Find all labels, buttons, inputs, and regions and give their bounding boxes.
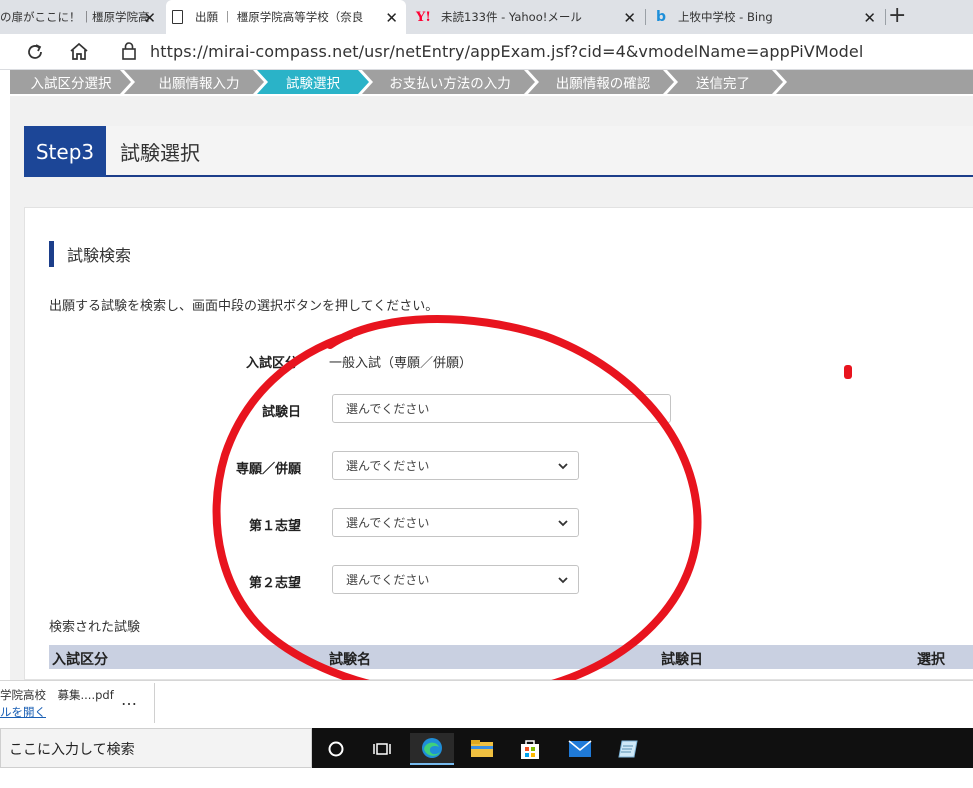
cortana-icon[interactable] <box>314 733 358 765</box>
document-icon <box>172 10 183 24</box>
step-confirm: 出願情報の確認 <box>555 76 651 92</box>
home-icon[interactable] <box>67 40 91 64</box>
apply-type-value: 選んでください <box>346 459 430 473</box>
section-accent <box>49 241 54 267</box>
more-options-icon[interactable]: … <box>121 690 138 709</box>
step-exam-select-active: 試験選択 <box>286 76 340 92</box>
download-open-link[interactable]: ルを開く <box>0 704 46 720</box>
second-choice-value: 選んでください <box>346 573 430 587</box>
close-icon[interactable]: ✕ <box>623 9 636 27</box>
column-select: 選択 <box>917 652 945 668</box>
results-table-header <box>49 645 973 669</box>
first-choice-select[interactable]: 選んでください <box>332 508 579 537</box>
search-panel <box>24 207 973 680</box>
step-payment: お支払い方法の入力 <box>389 76 511 92</box>
chevron-down-icon <box>558 577 568 584</box>
taskbar-search-input[interactable]: ここに入力して検索 <box>0 728 312 768</box>
mail-icon[interactable] <box>558 733 602 765</box>
file-explorer-icon[interactable] <box>460 733 504 765</box>
chevron-down-icon <box>558 463 568 470</box>
browser-tab-strip: の扉がここに！｜橿原学院高 ✕ 出願 ｜ 橿原学院高等学校（奈良 ✕ Y! 未読… <box>0 0 973 34</box>
chevron-down-icon <box>558 520 568 527</box>
column-exam-date: 試験日 <box>661 652 703 668</box>
lock-icon[interactable] <box>120 41 138 61</box>
step-application-info: 出願情報入力 <box>158 76 240 92</box>
close-icon[interactable]: ✕ <box>385 9 398 27</box>
exam-date-placeholder: 選んでください <box>346 402 430 416</box>
apply-type-select[interactable]: 選んでください <box>332 451 579 480</box>
tab-title: 上牧中学校 - Bing <box>678 10 773 24</box>
second-choice-select[interactable]: 選んでください <box>332 565 579 594</box>
refresh-icon[interactable] <box>23 40 47 64</box>
second-choice-label: 第２志望 <box>248 576 301 591</box>
step-exam-type: 入試区分選択 <box>30 76 112 92</box>
divider <box>154 683 155 723</box>
notepad-icon[interactable] <box>606 733 650 765</box>
progress-steps: 入試区分選択 出願情報入力 試験選択 お支払い方法の入力 出願情報の確認 送信完… <box>0 70 973 96</box>
step-complete: 送信完了 <box>696 76 750 92</box>
tab-title: の扉がここに！｜橿原学院高 <box>0 10 150 24</box>
results-caption: 検索された試験 <box>49 620 141 635</box>
download-filename[interactable]: 学院高校 募集....pdf <box>0 687 114 703</box>
tab-title: 未読133件 - Yahoo!メール <box>441 10 582 24</box>
section-title: 試験検索 <box>67 246 132 265</box>
browser-tab[interactable]: の扉がここに！｜橿原学院高 ✕ <box>0 0 164 34</box>
instruction-text: 出願する試験を検索し、画面中段の選択ボタンを押してください。 <box>49 299 439 314</box>
store-icon[interactable] <box>508 733 552 765</box>
first-choice-label: 第１志望 <box>248 519 301 534</box>
close-icon[interactable]: ✕ <box>863 9 876 27</box>
exam-type-value: 一般入試（専願／併願） <box>329 356 473 371</box>
download-bar <box>0 680 973 728</box>
browser-tab-active[interactable]: 出願 ｜ 橿原学院高等学校（奈良 ✕ <box>166 0 406 34</box>
browser-tab[interactable]: Y! 未読133件 - Yahoo!メール ✕ <box>406 0 644 34</box>
yahoo-icon: Y! <box>416 9 431 25</box>
first-choice-value: 選んでください <box>346 516 430 530</box>
new-tab-icon[interactable]: + <box>888 3 906 28</box>
url-field[interactable]: https://mirai-compass.net/usr/netEntry/a… <box>150 42 863 61</box>
exam-date-label: 試験日 <box>261 405 301 420</box>
address-bar: https://mirai-compass.net/usr/netEntry/a… <box>0 34 973 70</box>
screen-bottom <box>0 768 973 788</box>
edge-icon[interactable] <box>410 733 454 765</box>
bing-icon: b <box>656 9 667 25</box>
column-exam-name: 試験名 <box>329 652 371 668</box>
page-title: 試験選択 <box>120 141 200 165</box>
apply-type-label: 専願／併願 <box>235 462 301 477</box>
exam-type-label: 入試区分 <box>245 356 298 371</box>
step-badge: Step3 <box>24 126 106 177</box>
close-icon[interactable]: ✕ <box>143 9 156 27</box>
task-view-icon[interactable] <box>360 733 404 765</box>
tab-title: 出願 ｜ 橿原学院高等学校（奈良 <box>195 10 364 24</box>
exam-date-field[interactable]: 選んでください <box>332 394 671 423</box>
column-exam-type: 入試区分 <box>52 652 108 668</box>
browser-tab[interactable]: b 上牧中学校 - Bing ✕ <box>646 0 884 34</box>
